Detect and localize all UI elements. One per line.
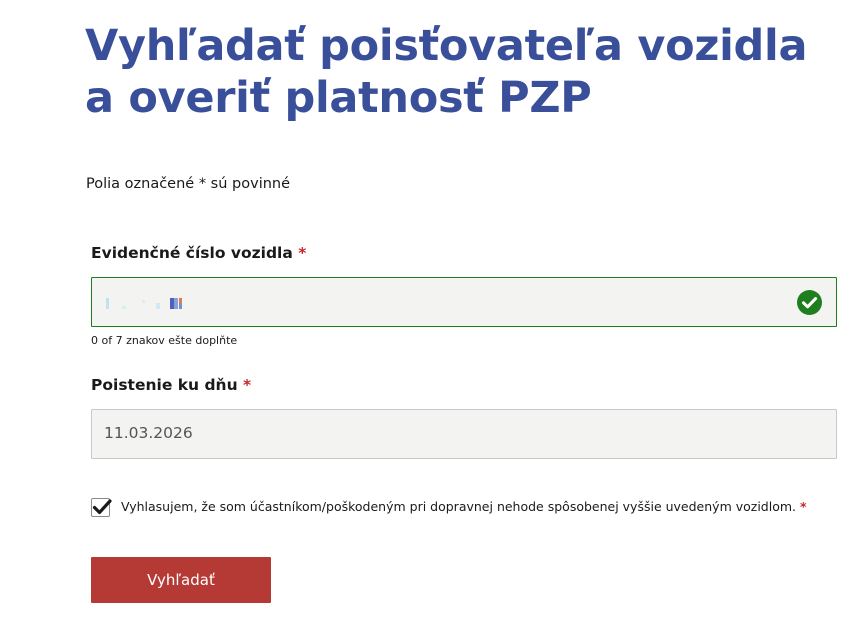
plate-number-input[interactable] [91, 277, 837, 327]
search-button[interactable]: Vyhľadať [91, 557, 271, 603]
insurance-date-label: Poistenie ku dňu * [91, 376, 251, 394]
plate-number-value-redacted [104, 298, 184, 310]
check-circle-icon [797, 290, 822, 315]
plate-number-label: Evidenčné číslo vozidla * [91, 244, 306, 262]
required-star: * [243, 376, 252, 394]
plate-character-counter: 0 of 7 znakov ešte doplňte [91, 334, 238, 347]
required-star: * [298, 244, 307, 262]
page-title: Vyhľadať poisťovateľa vozidla a overiť p… [85, 21, 808, 123]
insurance-date-label-text: Poistenie ku dňu [91, 376, 238, 394]
insurance-date-input[interactable]: 11.03.2026 [91, 409, 837, 459]
insurance-date-value: 11.03.2026 [104, 424, 193, 442]
required-star: * [800, 499, 807, 514]
consent-text: Vyhlasujem, že som účastníkom/poškodeným… [121, 499, 807, 514]
consent-checkbox[interactable] [91, 498, 112, 517]
consent-row: Vyhlasujem, že som účastníkom/poškodeným… [91, 497, 831, 519]
required-fields-note: Polia označené * sú povinné [86, 176, 291, 192]
consent-text-body: Vyhlasujem, že som účastníkom/poškodeným… [121, 499, 797, 514]
checkmark-icon [92, 499, 112, 515]
plate-number-label-text: Evidenčné číslo vozidla [91, 244, 293, 262]
